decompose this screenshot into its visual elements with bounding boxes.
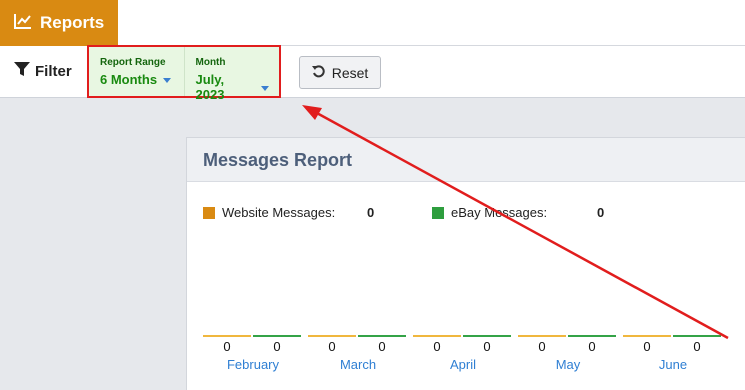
annotation-arrow (302, 105, 729, 340)
